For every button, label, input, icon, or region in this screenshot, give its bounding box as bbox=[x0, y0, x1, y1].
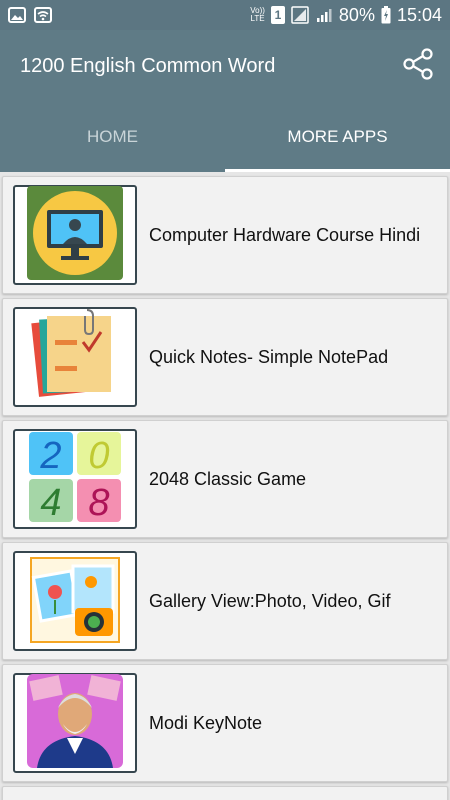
sim-number: 1 bbox=[274, 8, 282, 22]
battery-percent: 80% bbox=[338, 4, 375, 25]
app-thumbnail bbox=[13, 185, 137, 285]
app-name: Computer Hardware Course Hindi bbox=[149, 224, 421, 245]
status-bar: Vo)) LTE 1 80% 15:04 bbox=[0, 0, 450, 30]
list-item-partial[interactable] bbox=[2, 786, 448, 800]
tab-more-apps[interactable]: MORE APPS bbox=[225, 102, 450, 172]
list-item-2048[interactable]: 2 0 4 8 2048 Classic Game bbox=[2, 420, 448, 538]
battery-charging-icon bbox=[381, 6, 391, 24]
app-thumbnail bbox=[13, 307, 137, 407]
list-item-modi-keynote[interactable]: Modi KeyNote bbox=[2, 664, 448, 782]
tab-home[interactable]: HOME bbox=[0, 102, 225, 172]
tile-4: 4 bbox=[40, 482, 61, 524]
list-item-computer-hardware[interactable]: Computer Hardware Course Hindi bbox=[2, 176, 448, 294]
sim-icon: 1 bbox=[270, 6, 285, 24]
share-button[interactable] bbox=[400, 47, 436, 85]
app-thumbnail: 2 0 4 8 bbox=[13, 429, 137, 529]
app-thumbnail bbox=[13, 673, 137, 773]
share-icon bbox=[403, 47, 433, 85]
computer-user-icon bbox=[27, 185, 123, 285]
app-name: Modi KeyNote bbox=[149, 712, 263, 733]
tile-8: 8 bbox=[88, 482, 109, 524]
list-item-quick-notes[interactable]: Quick Notes- Simple NotePad bbox=[2, 298, 448, 416]
app-title: 1200 English Common Word bbox=[20, 54, 276, 77]
app-name: 2048 Classic Game bbox=[149, 468, 307, 489]
signal-icon bbox=[291, 6, 309, 24]
tile-2: 2 bbox=[39, 435, 61, 477]
modi-portrait-icon bbox=[27, 673, 123, 773]
app-bar: 1200 English Common Word bbox=[0, 30, 450, 102]
cell-signal-icon bbox=[315, 6, 333, 24]
clock: 15:04 bbox=[396, 4, 442, 25]
tab-bar: HOME MORE APPS bbox=[0, 102, 450, 172]
volte-icon: Vo)) LTE bbox=[250, 7, 265, 23]
volte-bottom-label: LTE bbox=[250, 14, 265, 23]
gallery-icon bbox=[27, 552, 123, 651]
notes-icon bbox=[27, 308, 123, 407]
more-apps-list: Computer Hardware Course Hindi Quick Not… bbox=[0, 172, 450, 800]
app-thumbnail bbox=[13, 551, 137, 651]
wifi-notification-icon bbox=[34, 7, 52, 23]
image-notification-icon bbox=[8, 7, 26, 23]
app-name: Quick Notes- Simple NotePad bbox=[149, 346, 389, 367]
app-name: Gallery View:Photo, Video, Gif bbox=[149, 590, 391, 611]
list-item-gallery[interactable]: Gallery View:Photo, Video, Gif bbox=[2, 542, 448, 660]
game-2048-icon: 2 0 4 8 bbox=[27, 430, 123, 529]
tile-0: 0 bbox=[88, 435, 109, 477]
